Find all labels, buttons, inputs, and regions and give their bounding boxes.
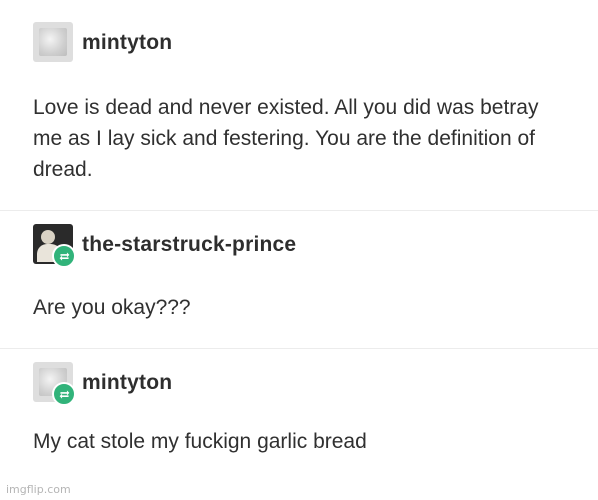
- post-header: mintyton: [0, 362, 598, 410]
- divider: [0, 210, 598, 211]
- post: mintyton My cat stole my fuckign garlic …: [0, 362, 598, 453]
- reblog-arrows-glyph: [59, 251, 69, 261]
- reblog-icon: [52, 382, 76, 406]
- username[interactable]: the-starstruck-prince: [82, 233, 296, 257]
- post: mintyton Love is dead and never existed.…: [0, 22, 598, 181]
- post-text: Are you okay???: [33, 296, 191, 319]
- divider: [0, 348, 598, 349]
- post: the-starstruck-prince Are you okay???: [0, 224, 598, 319]
- post-header: the-starstruck-prince: [0, 224, 598, 272]
- post-text: Love is dead and never existed. All you …: [33, 96, 539, 181]
- reblog-arrows-glyph: [59, 389, 69, 399]
- post-thread: mintyton Love is dead and never existed.…: [0, 0, 598, 500]
- watermark: imgflip.com: [6, 483, 71, 496]
- post-text: My cat stole my fuckign garlic bread: [33, 430, 367, 453]
- reblog-icon: [52, 244, 76, 268]
- avatar[interactable]: [33, 22, 73, 62]
- username[interactable]: mintyton: [82, 371, 172, 395]
- username[interactable]: mintyton: [82, 31, 172, 55]
- post-header: mintyton: [0, 22, 598, 70]
